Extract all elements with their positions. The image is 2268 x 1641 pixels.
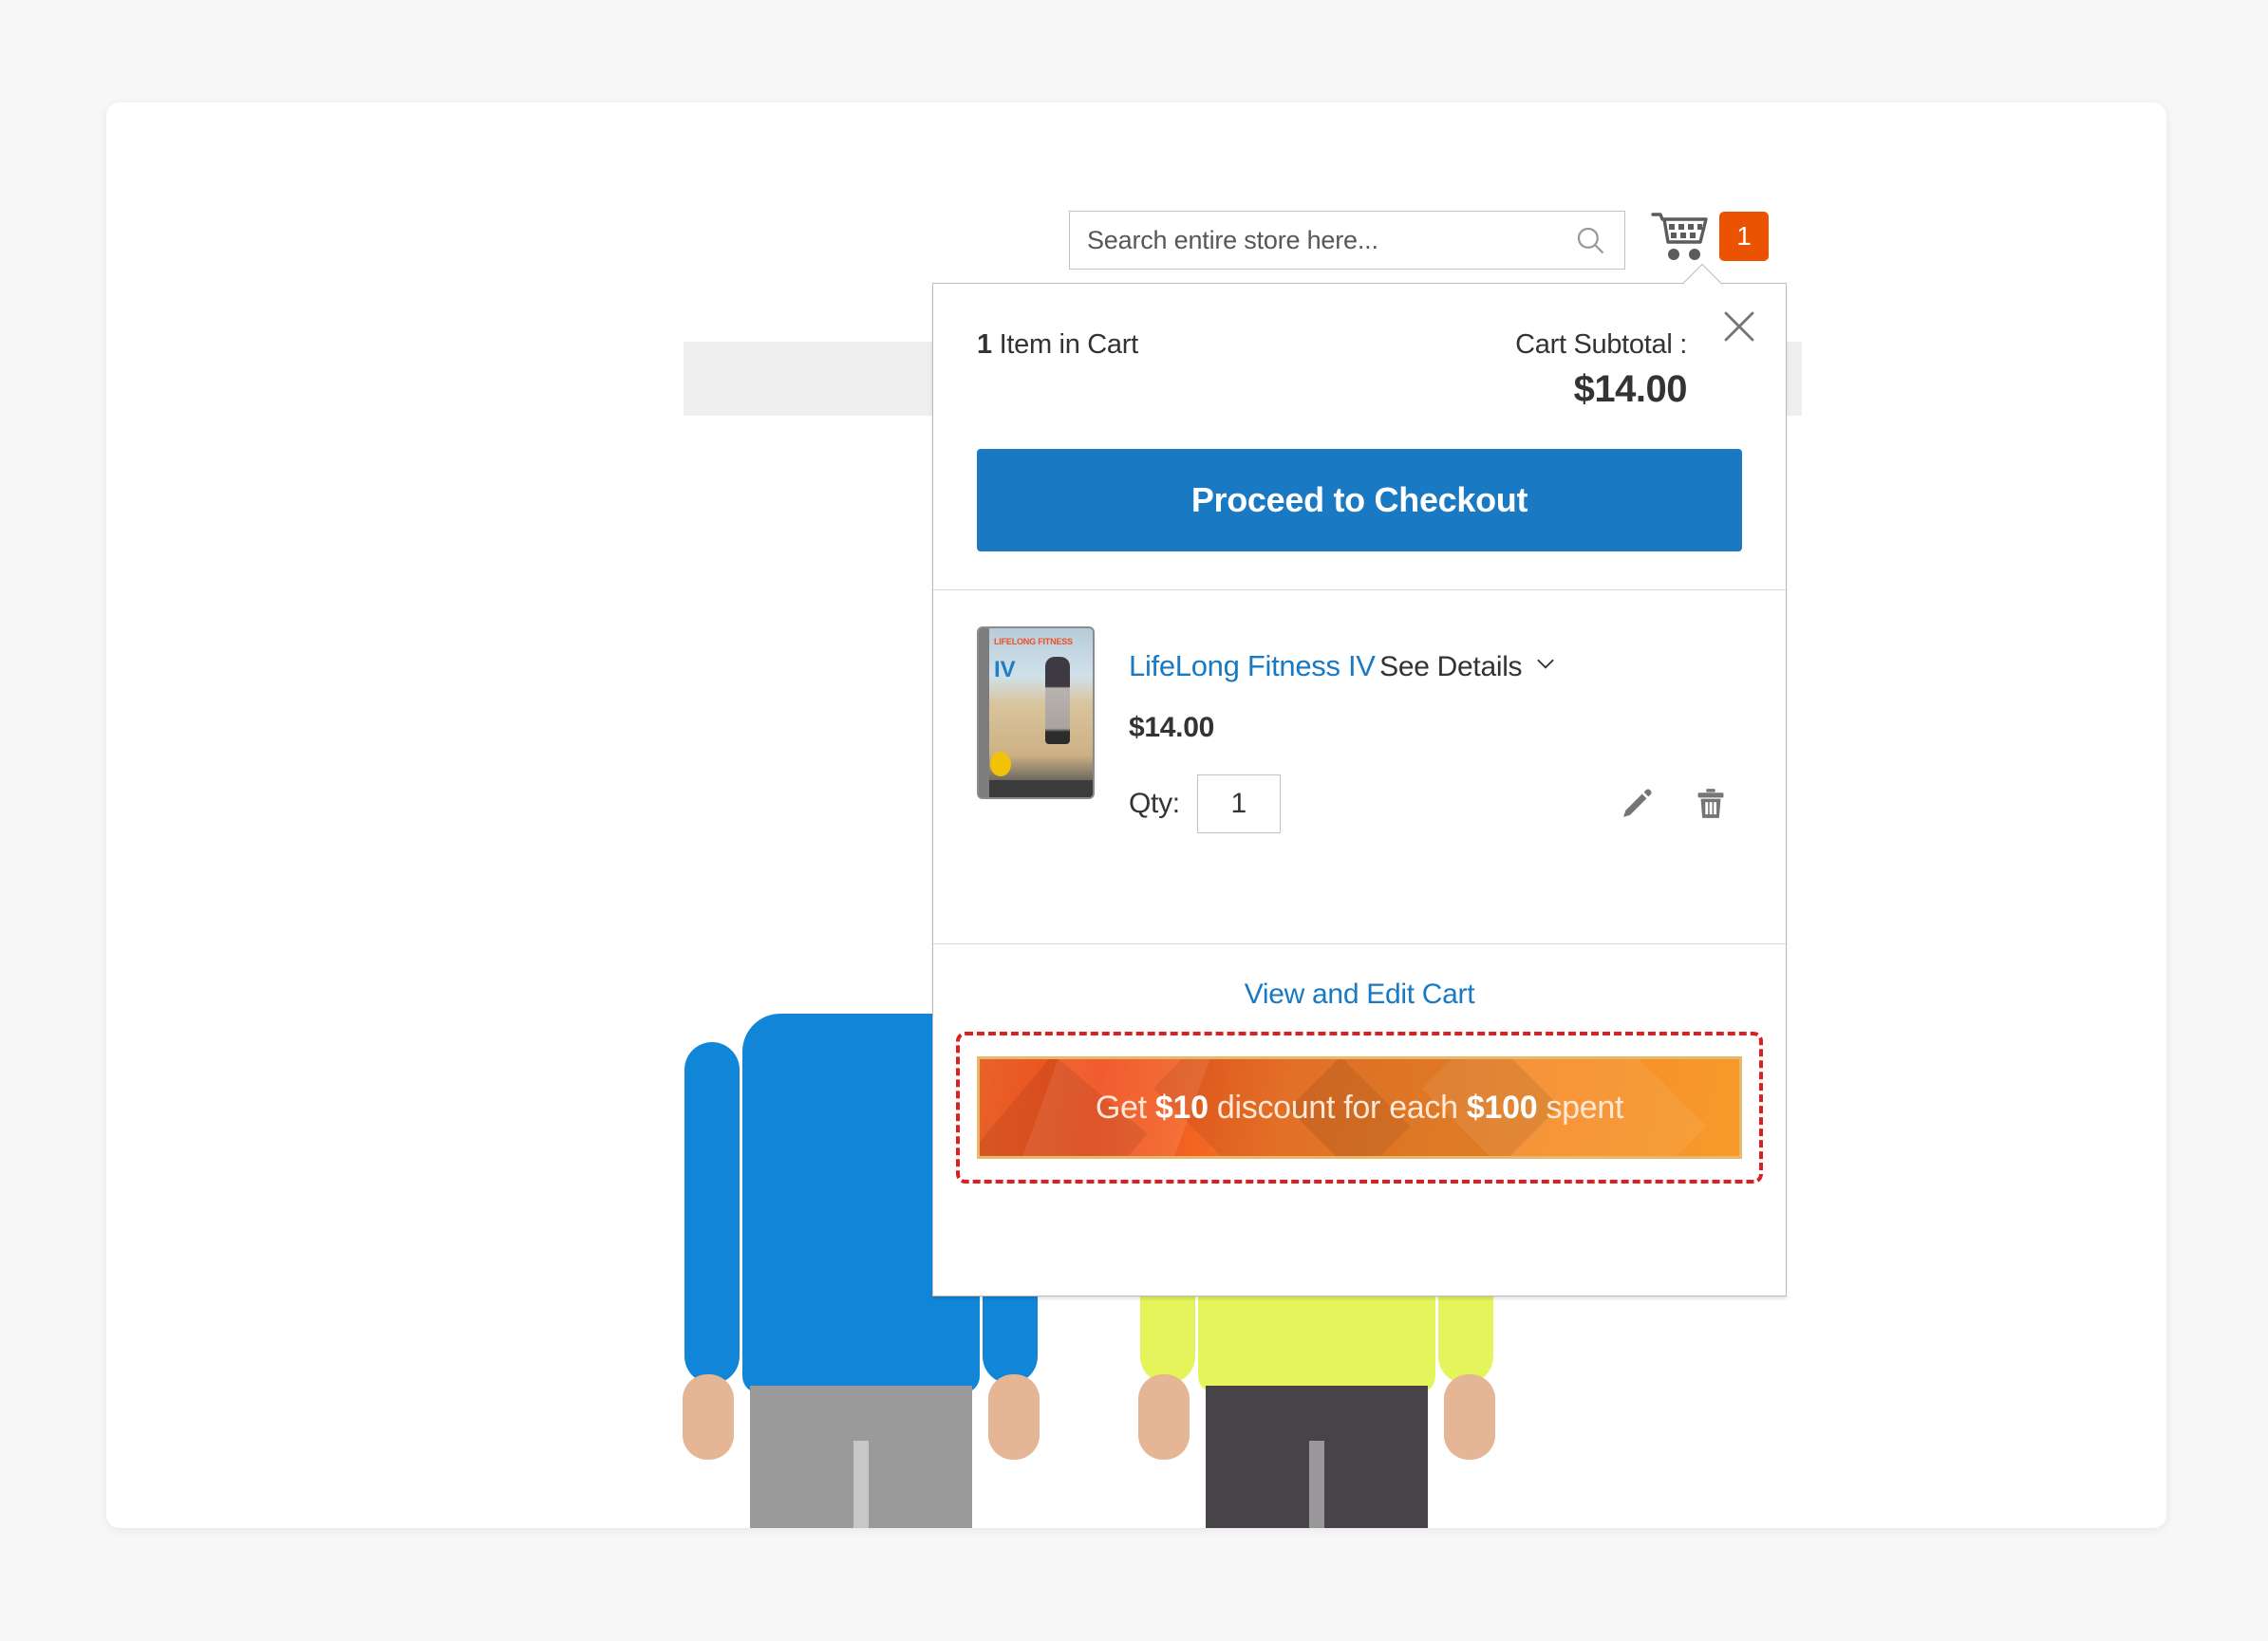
cart-item-price: $14.00	[1129, 712, 1214, 743]
mini-cart-footer: View and Edit Cart Get $10 discount for …	[933, 944, 1786, 1184]
search-icon[interactable]	[1573, 223, 1607, 257]
cart-button[interactable]: 1	[1651, 212, 1769, 265]
search-input[interactable]: Search entire store here...	[1069, 211, 1625, 270]
cart-item-actions	[1619, 786, 1742, 833]
promo-part-0: Get	[1095, 1089, 1155, 1126]
items-in-cart-label: 1 Item in Cart	[977, 329, 1138, 361]
cart-summary: 1 Item in Cart Cart Subtotal : $14.00	[933, 284, 1786, 411]
promo-part-4: spent	[1537, 1089, 1624, 1126]
quantity-input[interactable]	[1196, 774, 1281, 833]
cart-subtotal: Cart Subtotal : $14.00	[1515, 329, 1742, 411]
promo-banner[interactable]: Get $10 discount for each $100 spent	[977, 1056, 1742, 1159]
quantity-row: Qty:	[1129, 774, 1742, 833]
trash-icon[interactable]	[1693, 786, 1729, 822]
proceed-to-checkout-button[interactable]: Proceed to Checkout	[977, 449, 1742, 551]
mini-cart-dropdown: 1 Item in Cart Cart Subtotal : $14.00 Pr…	[932, 263, 1787, 1296]
page-card: Search entire store here... 1 1 Item in …	[106, 103, 2166, 1528]
see-details-label: See Details	[1379, 651, 1523, 682]
items-count-number: 1	[977, 329, 992, 360]
promo-part-1: $10	[1154, 1089, 1209, 1126]
site-header: Search entire store here... 1	[106, 103, 2166, 270]
promo-highlight-box: Get $10 discount for each $100 spent	[956, 1032, 1763, 1184]
view-and-edit-cart-link[interactable]: View and Edit Cart	[1245, 979, 1475, 1010]
items-count-suffix: Item in Cart	[991, 329, 1139, 360]
thumbnail-title-text: LIFELONG FITNESS	[994, 637, 1073, 646]
promo-banner-text: Get $10 discount for each $100 spent	[1095, 1089, 1624, 1127]
search-input-placeholder: Search entire store here...	[1087, 225, 1378, 254]
cart-item-details: LifeLong Fitness IV See Details $14.00 Q…	[1129, 626, 1742, 907]
promo-part-3: $100	[1466, 1089, 1538, 1126]
promo-part-2: discount for each	[1208, 1089, 1467, 1126]
shopping-cart-icon[interactable]	[1651, 212, 1708, 265]
see-details-toggle[interactable]: See Details	[1379, 651, 1558, 683]
pencil-icon[interactable]	[1619, 786, 1655, 822]
quantity-label: Qty:	[1129, 788, 1180, 819]
thumbnail-number-text: IV	[994, 657, 1016, 682]
cart-subtotal-value: $14.00	[1573, 368, 1688, 410]
cart-item-count-badge: 1	[1719, 212, 1769, 261]
cart-item-row: LIFELONG FITNESS IV LifeLong Fitness IV …	[933, 590, 1786, 943]
product-thumbnail-image[interactable]: LIFELONG FITNESS IV	[977, 626, 1095, 799]
cart-item-name-link[interactable]: LifeLong Fitness IV	[1129, 649, 1376, 683]
chevron-down-icon	[1533, 651, 1558, 683]
cart-subtotal-label: Cart Subtotal :	[1515, 329, 1687, 360]
